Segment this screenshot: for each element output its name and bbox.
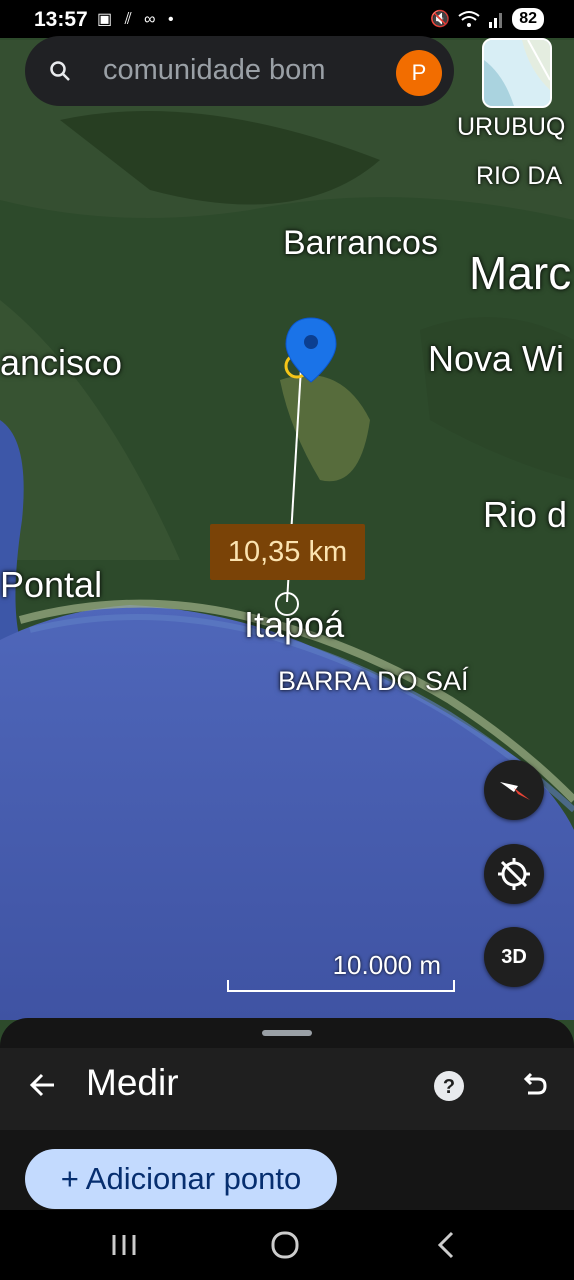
my-location-button[interactable] bbox=[484, 844, 544, 904]
place-label-nova-wi[interactable]: Nova Wi bbox=[428, 338, 564, 380]
add-point-button[interactable]: + Adicionar ponto bbox=[25, 1149, 337, 1209]
sheet-title: Medir bbox=[86, 1062, 179, 1103]
sheet-drag-handle[interactable] bbox=[262, 1030, 312, 1036]
measure-bottom-sheet[interactable]: Medir ? + Adicionar ponto bbox=[0, 1018, 574, 1210]
scale-bar: 10.000 m bbox=[227, 948, 455, 994]
status-right: 🔇 82 bbox=[430, 8, 544, 30]
place-label-barra-do-sai[interactable]: BARRA DO SAÍ bbox=[278, 666, 469, 697]
battery-indicator: 82 bbox=[512, 8, 544, 30]
svg-text:?: ? bbox=[443, 1076, 455, 1098]
search-input[interactable]: comunidade bom bbox=[103, 54, 325, 87]
place-label-rio-d[interactable]: Rio d bbox=[483, 494, 567, 536]
wifi-icon bbox=[458, 11, 480, 27]
place-label-itapoa[interactable]: Itapoá bbox=[244, 604, 344, 646]
mute-icon: 🔇 bbox=[430, 11, 451, 28]
back-nav-icon[interactable] bbox=[434, 1230, 458, 1260]
location-off-icon bbox=[498, 858, 530, 890]
place-label-marc[interactable]: Marc bbox=[469, 246, 571, 300]
status-time: 13:57 bbox=[34, 8, 88, 31]
signal-icon bbox=[489, 13, 503, 28]
map-layers-icon bbox=[484, 40, 550, 106]
compass-button[interactable] bbox=[484, 760, 544, 820]
place-label-barrancos[interactable]: Barrancos bbox=[283, 224, 438, 263]
search-bar[interactable]: comunidade bom P bbox=[25, 36, 454, 106]
place-label-rio-da[interactable]: RIO DA bbox=[476, 162, 562, 191]
place-label-urubuq[interactable]: URUBUQ bbox=[457, 113, 565, 142]
place-label-pontal[interactable]: Pontal bbox=[0, 564, 102, 606]
3d-button[interactable]: 3D bbox=[484, 927, 544, 987]
notification-icons: ▣ ⫽ ∞ • bbox=[97, 11, 178, 28]
avatar[interactable]: P bbox=[396, 50, 442, 96]
sheet-header: Medir ? bbox=[0, 1048, 574, 1130]
back-arrow-icon[interactable] bbox=[26, 1068, 60, 1102]
help-icon[interactable]: ? bbox=[433, 1070, 465, 1102]
distance-badge: 10,35 km bbox=[210, 524, 365, 580]
search-icon[interactable] bbox=[49, 60, 71, 82]
home-icon[interactable] bbox=[270, 1230, 300, 1260]
place-label-ancisco[interactable]: ancisco bbox=[0, 342, 122, 384]
scale-label: 10.000 m bbox=[332, 950, 441, 980]
status-bar: 13:57 ▣ ⫽ ∞ • 🔇 82 bbox=[0, 0, 574, 38]
recent-apps-icon[interactable] bbox=[110, 1232, 138, 1258]
map-layers-button[interactable] bbox=[482, 38, 552, 108]
compass-icon bbox=[500, 780, 530, 800]
system-nav-bar bbox=[0, 1210, 574, 1280]
scale-line bbox=[227, 980, 455, 992]
undo-icon[interactable] bbox=[518, 1070, 548, 1100]
